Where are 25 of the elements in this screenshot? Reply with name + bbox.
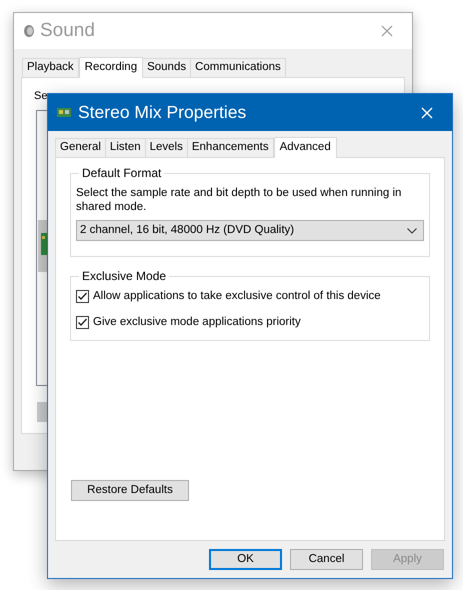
tab[interactable]: Communications bbox=[190, 58, 286, 77]
window-title: Stereo Mix Properties bbox=[78, 101, 246, 124]
close-icon[interactable] bbox=[381, 25, 393, 37]
sound-card-icon bbox=[41, 233, 47, 255]
instruction-text: Se bbox=[34, 89, 48, 104]
speaker-icon bbox=[23, 24, 35, 38]
tab[interactable]: Playback bbox=[22, 58, 79, 77]
group-label: Default Format bbox=[81, 165, 162, 182]
format-dropdown[interactable]: 2 channel, 16 bit, 48000 Hz (DVD Quality) bbox=[76, 220, 424, 241]
window-title: Sound bbox=[40, 18, 95, 43]
tab[interactable]: Advanced bbox=[274, 137, 337, 158]
group-label: Exclusive Mode bbox=[81, 268, 168, 285]
sound-card-icon bbox=[57, 108, 71, 117]
tab[interactable]: General bbox=[55, 138, 106, 157]
dialog-button[interactable]: OK bbox=[209, 549, 282, 570]
checkbox-label[interactable]: Give exclusive mode applications priority bbox=[93, 314, 301, 332]
tab[interactable]: Recording bbox=[78, 57, 144, 78]
restore-defaults-button[interactable]: Restore Defaults bbox=[71, 480, 189, 501]
tab[interactable]: Enhancements bbox=[186, 138, 274, 157]
chevron-down-icon bbox=[407, 228, 417, 234]
description-text: Select the sample rate and bit depth to be used when running in shared mode. bbox=[76, 186, 402, 214]
checkbox-label[interactable]: Allow applications to take exclusive control of this device bbox=[93, 288, 381, 306]
checkbox[interactable] bbox=[76, 290, 89, 304]
dialog-button[interactable]: Cancel bbox=[290, 549, 363, 570]
checkbox[interactable] bbox=[76, 316, 89, 330]
